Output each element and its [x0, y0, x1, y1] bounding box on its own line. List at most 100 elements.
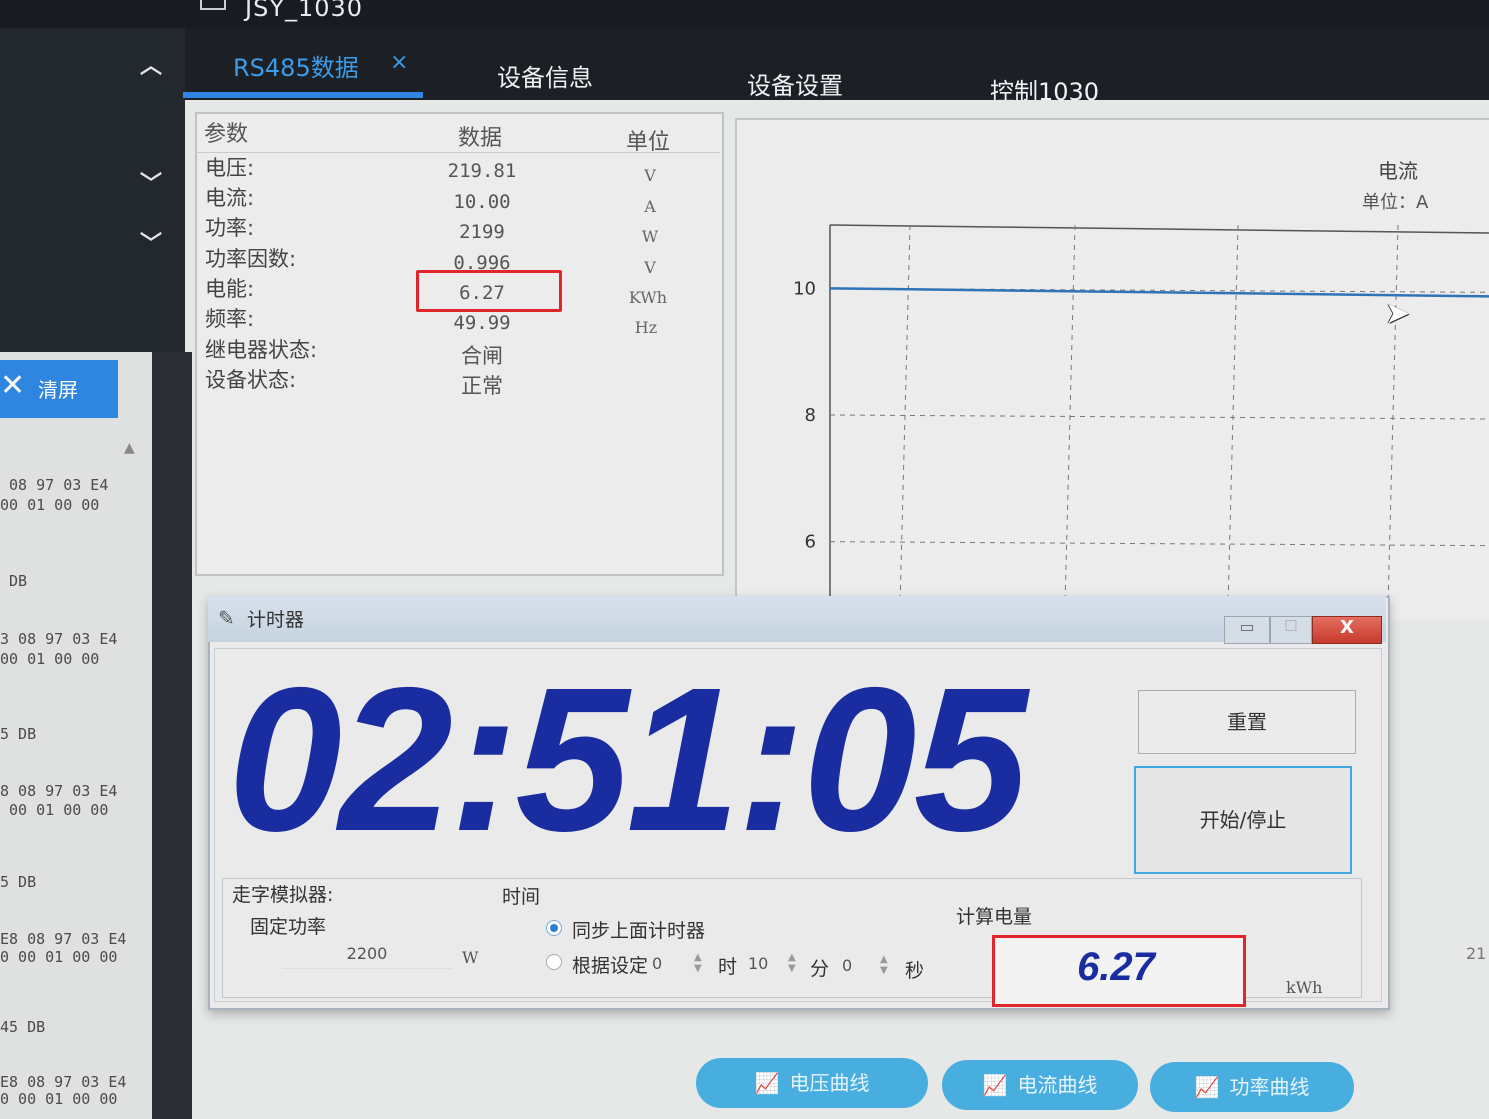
panel-divider: [152, 352, 192, 1119]
timer-display: 02:51:05: [228, 645, 1028, 874]
chevron-down-icon[interactable]: ﹀: [140, 166, 162, 198]
time-label: 时间: [502, 886, 541, 908]
param-voltage-value: 219.81: [447, 160, 517, 182]
param-power-factor-unit: V: [644, 258, 656, 277]
window-title: JSY_1030: [245, 0, 364, 22]
param-power-label: 功率:: [205, 216, 255, 240]
chevron-down-icon[interactable]: ﹀: [140, 226, 162, 258]
seconds-input[interactable]: 0: [842, 956, 882, 975]
maximize-button[interactable]: □: [1270, 616, 1312, 644]
power-unit: W: [462, 948, 479, 967]
chart-title: 电流: [1378, 159, 1418, 183]
mouse-cursor-icon: ➤: [1385, 296, 1411, 331]
simulator-label: 走字模拟器:: [232, 884, 334, 906]
log-line: DB: [0, 572, 28, 590]
param-frequency-unit: Hz: [634, 318, 658, 337]
param-voltage-unit: V: [644, 166, 656, 185]
voltage-curve-label: 电压曲线: [789, 1071, 870, 1095]
log-line: E8 08 97 03 E4: [0, 930, 127, 948]
window-icon: [200, 0, 226, 10]
line-chart-icon: 📈: [1194, 1075, 1220, 1099]
power-curve-button[interactable]: 📈 功率曲线: [1150, 1062, 1354, 1112]
param-frequency-value: 49.99: [453, 312, 511, 334]
param-power-unit: W: [641, 227, 659, 246]
chart-y-tick-label: 6: [805, 532, 816, 553]
chart-plot: 10 8 6: [793, 224, 1489, 605]
chart-y-tick-label: 10: [793, 278, 816, 299]
log-line: 5 DB: [0, 725, 37, 743]
voltage-curve-button[interactable]: 📈 电压曲线: [696, 1058, 928, 1108]
current-curve-button[interactable]: 📈 电流曲线: [942, 1060, 1138, 1110]
log-line: 0 00 01 00 00: [0, 948, 118, 966]
param-energy-unit: KWh: [628, 288, 668, 307]
chevron-up-icon[interactable]: ︿: [140, 48, 162, 80]
param-device-status-label: 设备状态:: [205, 368, 297, 392]
calc-energy-value: 6.27: [1077, 945, 1155, 989]
log-line: E8 08 97 03 E4: [0, 1073, 127, 1091]
minutes-input[interactable]: 10: [748, 954, 788, 973]
param-current-unit: A: [644, 197, 656, 216]
scroll-up-icon[interactable]: ▲: [124, 440, 135, 456]
minutes-unit: 分: [810, 958, 830, 980]
radio-selected-dot: [550, 924, 558, 932]
param-power-factor-label: 功率因数:: [205, 247, 297, 271]
fixed-power-label: 固定功率: [250, 916, 327, 938]
tab-close-icon[interactable]: ×: [390, 50, 408, 75]
hours-spinner[interactable]: ▲ ▼: [694, 952, 702, 974]
calc-energy-label: 计算电量: [956, 906, 1033, 928]
reset-button[interactable]: 重置: [1138, 690, 1356, 754]
log-line: 3 08 97 03 E4: [0, 630, 118, 648]
chart-top-border: [829, 224, 1489, 234]
start-stop-button[interactable]: 开始/停止: [1134, 766, 1352, 874]
chart-grid-line: [829, 541, 1489, 547]
clear-screen-button[interactable]: ✕ 清屏: [0, 360, 118, 418]
seconds-unit: 秒: [905, 960, 925, 982]
param-current-value: 10.00: [453, 191, 511, 213]
log-line: 45 DB: [0, 1018, 46, 1036]
timer-title: 计时器: [247, 609, 305, 631]
chart-y-tick-label: 8: [805, 405, 816, 426]
chart-x-tick-label: 21: [1466, 944, 1487, 963]
param-voltage-label: 电压:: [205, 156, 255, 180]
calc-energy-unit: kWh: [1286, 978, 1323, 997]
log-line: 08 97 03 E4: [0, 476, 109, 494]
chart-grid-line: [1387, 224, 1399, 605]
log-line: 0 00 01 00 00: [0, 1090, 118, 1108]
minutes-spinner[interactable]: ▲ ▼: [788, 952, 796, 974]
log-line: 00 01 00 00: [0, 801, 109, 819]
sync-timer-label: 同步上面计时器: [572, 920, 706, 942]
energy-highlight-box: [416, 270, 562, 312]
chart-grid-line: [829, 414, 1489, 420]
param-device-status-value: 正常: [461, 374, 503, 398]
log-line: 00 01 00 00: [0, 496, 100, 514]
timer-titlebar[interactable]: [208, 596, 1386, 642]
param-energy-label: 电能:: [205, 277, 255, 301]
log-line: 5 DB: [0, 873, 37, 891]
power-input[interactable]: 2200: [282, 944, 452, 969]
power-curve-label: 功率曲线: [1229, 1075, 1310, 1099]
tab-device-settings[interactable]: 设备设置: [747, 66, 843, 101]
by-setting-label: 根据设定: [572, 955, 649, 977]
seconds-spinner[interactable]: ▲ ▼: [880, 954, 888, 976]
close-button[interactable]: X: [1312, 616, 1382, 644]
tab-rs485-data[interactable]: RS485数据: [233, 48, 359, 83]
clear-screen-label: 清屏: [38, 378, 78, 402]
minimize-button[interactable]: ▭: [1224, 616, 1270, 644]
param-relay-status-value: 合闸: [461, 344, 503, 368]
chart-grid-line: [1064, 224, 1076, 605]
current-curve-label: 电流曲线: [1017, 1073, 1098, 1097]
header-data: 数据: [458, 126, 503, 151]
hours-input[interactable]: 0: [652, 954, 692, 973]
line-chart-icon: 📈: [982, 1073, 1008, 1097]
header-param: 参数: [204, 122, 249, 147]
chart-grid-line: [1227, 224, 1239, 605]
tab-device-info[interactable]: 设备信息: [497, 58, 593, 93]
by-setting-radio[interactable]: [546, 954, 562, 970]
param-power-value: 2199: [459, 221, 505, 243]
active-tab-indicator: [183, 92, 423, 98]
log-line: 00 01 00 00: [0, 650, 100, 668]
feather-icon: ✎: [218, 606, 235, 630]
line-chart-icon: 📈: [754, 1071, 780, 1095]
close-icon: ✕: [0, 368, 26, 403]
param-current-label: 电流:: [205, 186, 255, 210]
